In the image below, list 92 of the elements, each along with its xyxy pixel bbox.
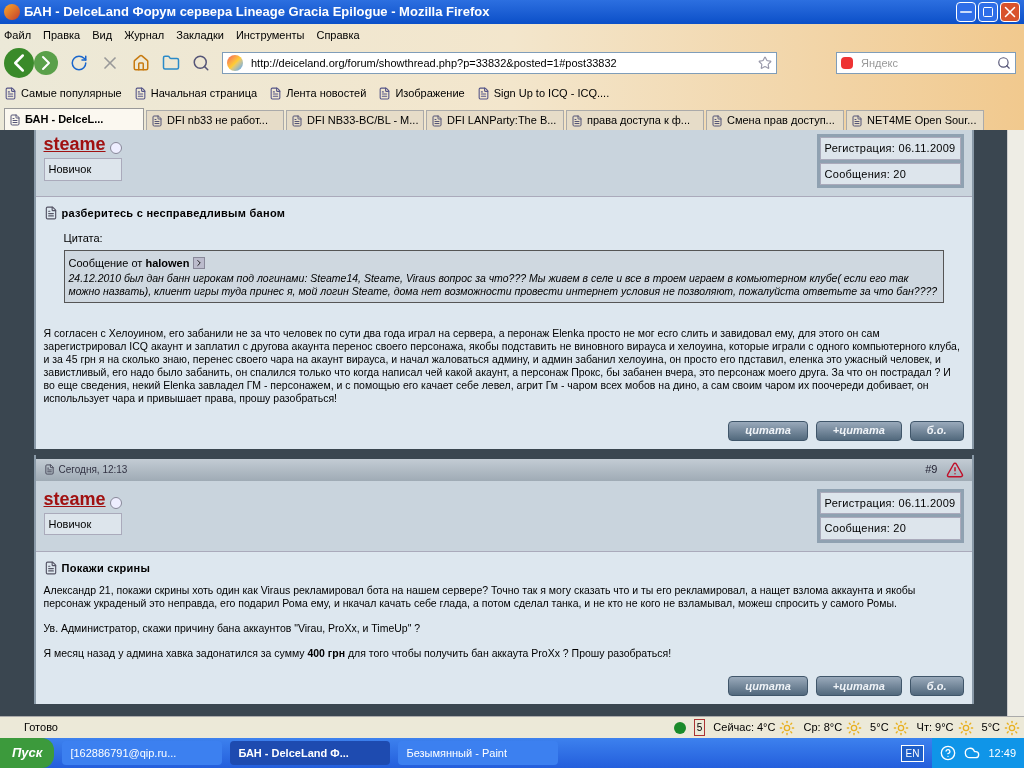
post-icon — [43, 464, 55, 475]
address-bar[interactable]: http://deiceland.org/forum/showthread.php?p=33832&posted=1#post33832 — [222, 52, 777, 74]
menu-item[interactable]: Закладки — [176, 26, 224, 44]
post-action-button[interactable]: +цитата — [815, 676, 902, 696]
username-link[interactable]: steame — [43, 488, 106, 509]
offline-status-icon — [109, 496, 122, 509]
message-count: Сообщения: 20 — [819, 162, 961, 185]
taskbar-button[interactable]: Безымянный - Paint — [398, 741, 559, 765]
post-date: Сегодня, 12:13 — [58, 463, 128, 477]
post-text: Я согласен с Хелоуином, его забанили не за что человек по сути два года играл на сервера, а перонаж Elenka просто не мог есго слить и завидовал ему, для этого он сам зарегистрировал ICQ акаунт и заплатил с другова акаунта перенос своего персонажа, якобы подставить не виновного вирауса и хелоуина, которые играли с одного компьютерного клуба, и за 45 грн я на сколько знаю, перенес своего чара на акаунт вирауса, и начал жаловаться админу, и админ забанил хелоуина, он просто его пдставил, еленка это ужасный человек, и завистливый, его надо было забанить, он спалился только что когда написал чей какой акаунт, а персонаж Прокс, бы забанен вчера, это персонаж моего друга. За что он пострадал ? И во еще сведения, некий Elenka завладел ГМ - персонажем, и с помощью его качает себе левел, агрит Гм - чаром всех мобов на дино, а сам своим чаром их поочереди добивает, он испольльзует чара и привышает права, прошу разобраться! — [43, 326, 961, 405]
post-action-button[interactable]: б.о. — [909, 676, 964, 696]
post-icon — [43, 206, 58, 221]
quote-label: Цитата: — [63, 230, 104, 246]
browser-tab[interactable]: Смена прав доступ... — [706, 110, 844, 130]
online-indicator-icon — [673, 721, 686, 734]
username-link[interactable]: steame — [43, 134, 106, 154]
page-icon — [4, 86, 17, 100]
registration-date: Регистрация: 06.11.2009 — [819, 137, 961, 160]
browser-tab[interactable]: DFI nb33 не работ... — [146, 110, 284, 130]
status-text: Готово — [24, 720, 58, 736]
weather-text: Ср: 8°C — [803, 720, 843, 736]
menu-item[interactable]: Инструменты — [235, 26, 305, 44]
taskbar-button[interactable]: [162886791@qip.ru... — [62, 741, 223, 765]
scrollbar[interactable] — [1007, 130, 1024, 716]
forward-icon[interactable] — [34, 51, 58, 75]
page-icon — [151, 114, 163, 127]
post-text: Я месяц назад у админа хавка задонатился за сумму 400 грн для того чтобы получить бан аккаута ProXx ? Прошу разобраться! — [43, 647, 673, 660]
back-icon[interactable] — [4, 48, 34, 78]
taskbar-button[interactable]: БАН - DelceLand Ф... — [230, 741, 391, 765]
user-rank: Новичок — [43, 158, 122, 181]
minimize-icon[interactable] — [956, 2, 976, 22]
weather-text: 5°C — [870, 720, 889, 736]
menu-item[interactable]: Вид — [92, 26, 113, 44]
page-icon — [431, 114, 443, 127]
search-icon[interactable] — [997, 56, 1011, 70]
post-title: разберитесь с несправедливым баном — [61, 206, 286, 221]
browser-tab[interactable]: БАН - DeIceL... — [4, 108, 144, 130]
reload-icon[interactable] — [70, 54, 88, 72]
report-icon[interactable] — [945, 460, 964, 479]
browser-tab[interactable]: NET4ME Open Sour... — [846, 110, 984, 130]
url-text: http://deiceland.org/forum/showthread.php?p=33832&posted=1#post33832 — [251, 55, 617, 71]
browser-tab[interactable]: DFI LANParty:The B... — [426, 110, 564, 130]
weather-text: 5°C — [981, 720, 1000, 736]
bookmark-link[interactable]: Лента новостей — [269, 84, 367, 102]
start-button[interactable]: Пуск — [0, 738, 55, 768]
weather-text: Сейчас: 4°C — [713, 720, 776, 736]
browser-tab[interactable]: DFI NB33-BC/BL - M... — [286, 110, 424, 130]
page-icon — [269, 86, 283, 100]
post-text: Александр 21, покажи скрины хоть один как Viraus рекламировал бота на нашем сервере? Точно так я могу сказать что и ты его рекламировал, а нащет взлома аккаунта и якобы персонаж украденый это неправда, его подарил Рома ему, и нкачал качать себе глада, а потом сделал танка, и не кто не кого не взламывал, можеш спросить у самого Ромы. — [43, 584, 917, 610]
bookmark-link[interactable]: Самые популярные — [4, 84, 122, 102]
post-title: Покажи скрины — [61, 560, 151, 576]
post-number[interactable]: #9 — [925, 461, 938, 478]
message-count: Сообщения: 20 — [819, 517, 961, 540]
calendar-day: 5 — [693, 719, 706, 736]
page-icon — [851, 114, 863, 127]
menu-item[interactable]: Файл — [4, 26, 32, 44]
post-icon — [43, 560, 58, 575]
weather-text: Чт: 9°C — [916, 720, 954, 736]
quote-source: Сообщение от halowen — [68, 256, 190, 271]
post-text: Ув. Администратор, скажи причину бана аккаунтов "Virau, ProXx, и TimeUp" ? — [43, 622, 422, 635]
restore-icon[interactable] — [978, 2, 998, 22]
user-rank: Новичок — [43, 512, 122, 535]
tray-icon[interactable] — [964, 745, 981, 761]
page-icon — [291, 114, 303, 127]
page-icon — [571, 114, 583, 127]
search-placeholder: Яндекс — [861, 55, 898, 71]
window-title: БАН - DelceLand Форум сервера Lineage Gracia Epilogue - Mozilla Firefox — [24, 3, 490, 22]
magnifier-icon[interactable] — [192, 54, 210, 72]
registration-date: Регистрация: 06.11.2009 — [819, 491, 961, 514]
bookmark-star-icon[interactable] — [758, 56, 772, 70]
page-icon — [133, 86, 147, 100]
browser-tab[interactable]: права доступа к ф... — [566, 110, 704, 130]
page-icon — [711, 114, 723, 127]
page-icon — [9, 113, 21, 126]
home-icon[interactable] — [132, 54, 150, 72]
offline-status-icon — [109, 142, 122, 154]
quote-text: 24.12.2010 был дан банн игрокам под логинами: Steame14, Steame, Viraus вопрос за что??? Мы живем в селе и все в троем играем в комьютерном клубе( если его так можно назвать), клиент игры туда принес я, мой логин Steame, дома нет возможности провести интернет условия не позволяют, пожалуйста ответьте за что бан???? — [68, 271, 939, 298]
view-post-icon[interactable] — [193, 257, 206, 270]
post-action-button[interactable]: цитата — [728, 676, 808, 696]
bookmark-link[interactable]: Sign Up to ICQ - ICQ.... — [476, 84, 610, 102]
menu-item[interactable]: Журнал — [124, 26, 165, 44]
menu-item[interactable]: Справка — [316, 26, 360, 44]
close-icon[interactable] — [1000, 2, 1020, 22]
menu-item[interactable]: Правка — [43, 26, 81, 44]
site-icon — [227, 55, 243, 71]
page-icon — [378, 86, 392, 100]
language-indicator[interactable]: EN — [900, 744, 925, 762]
clock: 12:49 — [988, 745, 1016, 761]
help-icon[interactable] — [940, 745, 957, 761]
page-icon — [476, 86, 490, 100]
bookmark-link[interactable]: Изображение — [378, 84, 465, 102]
bookmark-link[interactable]: Начальная страница — [133, 84, 258, 102]
